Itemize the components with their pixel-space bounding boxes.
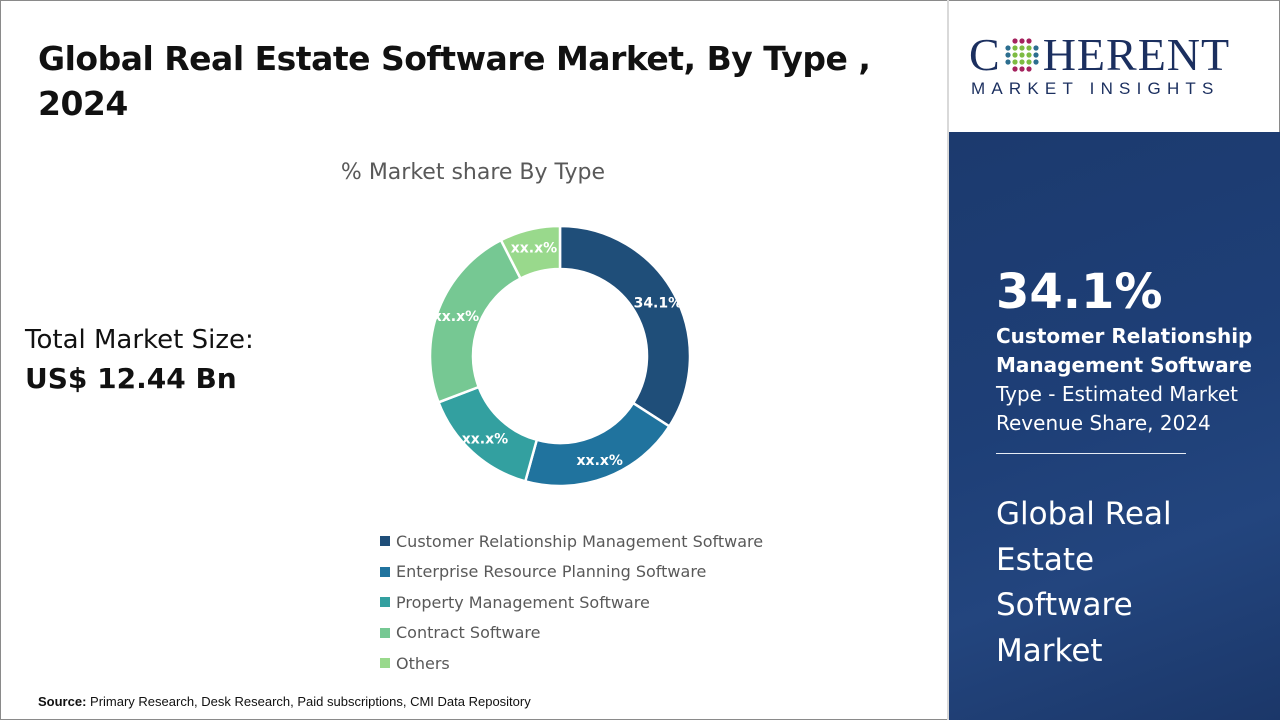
market-name: Global Real Estate Software Market bbox=[996, 496, 1172, 669]
highlight-segment: Customer Relationship Management Softwar… bbox=[996, 324, 1253, 377]
legend-item: Others bbox=[380, 648, 763, 679]
slice-label-3: xx.x% bbox=[462, 431, 508, 447]
legend-item: Contract Software bbox=[380, 618, 763, 649]
globe-dot bbox=[1019, 66, 1025, 72]
donut-chart: 34.1% xx.x% xx.x% xx.x% xx.x% bbox=[428, 224, 692, 488]
globe-dot bbox=[1026, 38, 1032, 44]
globe-dot bbox=[1019, 45, 1025, 51]
legend-label: Others bbox=[396, 653, 450, 673]
logo-area: C HERENT MARKET INSIGHTS bbox=[949, 1, 1279, 132]
legend-item: Property Management Software bbox=[380, 587, 763, 618]
highlight-divider bbox=[996, 453, 1186, 454]
legend-item: Enterprise Resource Planning Software bbox=[380, 557, 763, 588]
legend-swatch bbox=[380, 627, 390, 638]
globe-dot bbox=[1005, 45, 1011, 51]
legend-swatch bbox=[380, 597, 390, 608]
globe-dot bbox=[1026, 66, 1032, 72]
legend-label: Customer Relationship Management Softwar… bbox=[396, 531, 764, 551]
slice-label-4: xx.x% bbox=[433, 309, 479, 325]
legend-label: Contract Software bbox=[396, 623, 541, 643]
globe-dot bbox=[1019, 52, 1025, 58]
logo-letters: HERENT bbox=[1042, 29, 1231, 80]
slice-label-1: 34.1% bbox=[634, 296, 683, 312]
total-market-value: US$ 12.44 Bn bbox=[25, 362, 237, 395]
legend-swatch bbox=[380, 658, 390, 669]
globe-dot bbox=[1026, 52, 1032, 58]
globe-dot bbox=[1019, 59, 1025, 65]
page-title: Global Real Estate Software Market, By T… bbox=[38, 39, 871, 123]
globe-dot bbox=[1012, 66, 1018, 72]
donut-slice-2 bbox=[523, 401, 672, 488]
highlight-description: Type - Estimated Market Revenue Share, 2… bbox=[996, 382, 1239, 435]
globe-dot bbox=[1005, 59, 1011, 65]
source-label: Source: bbox=[38, 694, 87, 709]
legend-swatch bbox=[380, 536, 390, 547]
globe-dots-icon bbox=[1005, 38, 1039, 72]
legend: Customer Relationship Management Softwar… bbox=[380, 526, 763, 679]
logo: C HERENT bbox=[969, 31, 1230, 79]
highlight-panel: 34.1% Customer Relationship Management S… bbox=[949, 132, 1280, 720]
source-text: Primary Research, Desk Research, Paid su… bbox=[86, 694, 531, 709]
globe-dot bbox=[1019, 38, 1025, 44]
legend-item: Customer Relationship Management Softwar… bbox=[380, 526, 763, 557]
legend-label: Property Management Software bbox=[396, 592, 650, 612]
source-note: Source: Primary Research, Desk Research,… bbox=[38, 694, 531, 709]
total-market-label: Total Market Size: bbox=[25, 325, 254, 355]
globe-dot bbox=[1012, 59, 1018, 65]
chart-title: % Market share By Type bbox=[340, 160, 606, 185]
globe-dot bbox=[1012, 45, 1018, 51]
donut-slice-1 bbox=[558, 224, 692, 429]
highlight-percent: 34.1% bbox=[996, 264, 1163, 320]
slice-label-2: xx.x% bbox=[577, 453, 623, 469]
globe-dot bbox=[1026, 45, 1032, 51]
globe-dot bbox=[1033, 45, 1039, 51]
legend-swatch bbox=[380, 566, 390, 577]
logo-letter-c: C bbox=[969, 29, 1001, 80]
globe-dot bbox=[1033, 59, 1039, 65]
globe-dot bbox=[1026, 59, 1032, 65]
slice-label-5: xx.x% bbox=[511, 241, 557, 257]
globe-dot bbox=[1005, 52, 1011, 58]
legend-label: Enterprise Resource Planning Software bbox=[396, 562, 707, 582]
globe-dot bbox=[1033, 52, 1039, 58]
globe-dot bbox=[1012, 52, 1018, 58]
logo-subtitle: MARKET INSIGHTS bbox=[971, 79, 1220, 98]
globe-dot bbox=[1012, 38, 1018, 44]
